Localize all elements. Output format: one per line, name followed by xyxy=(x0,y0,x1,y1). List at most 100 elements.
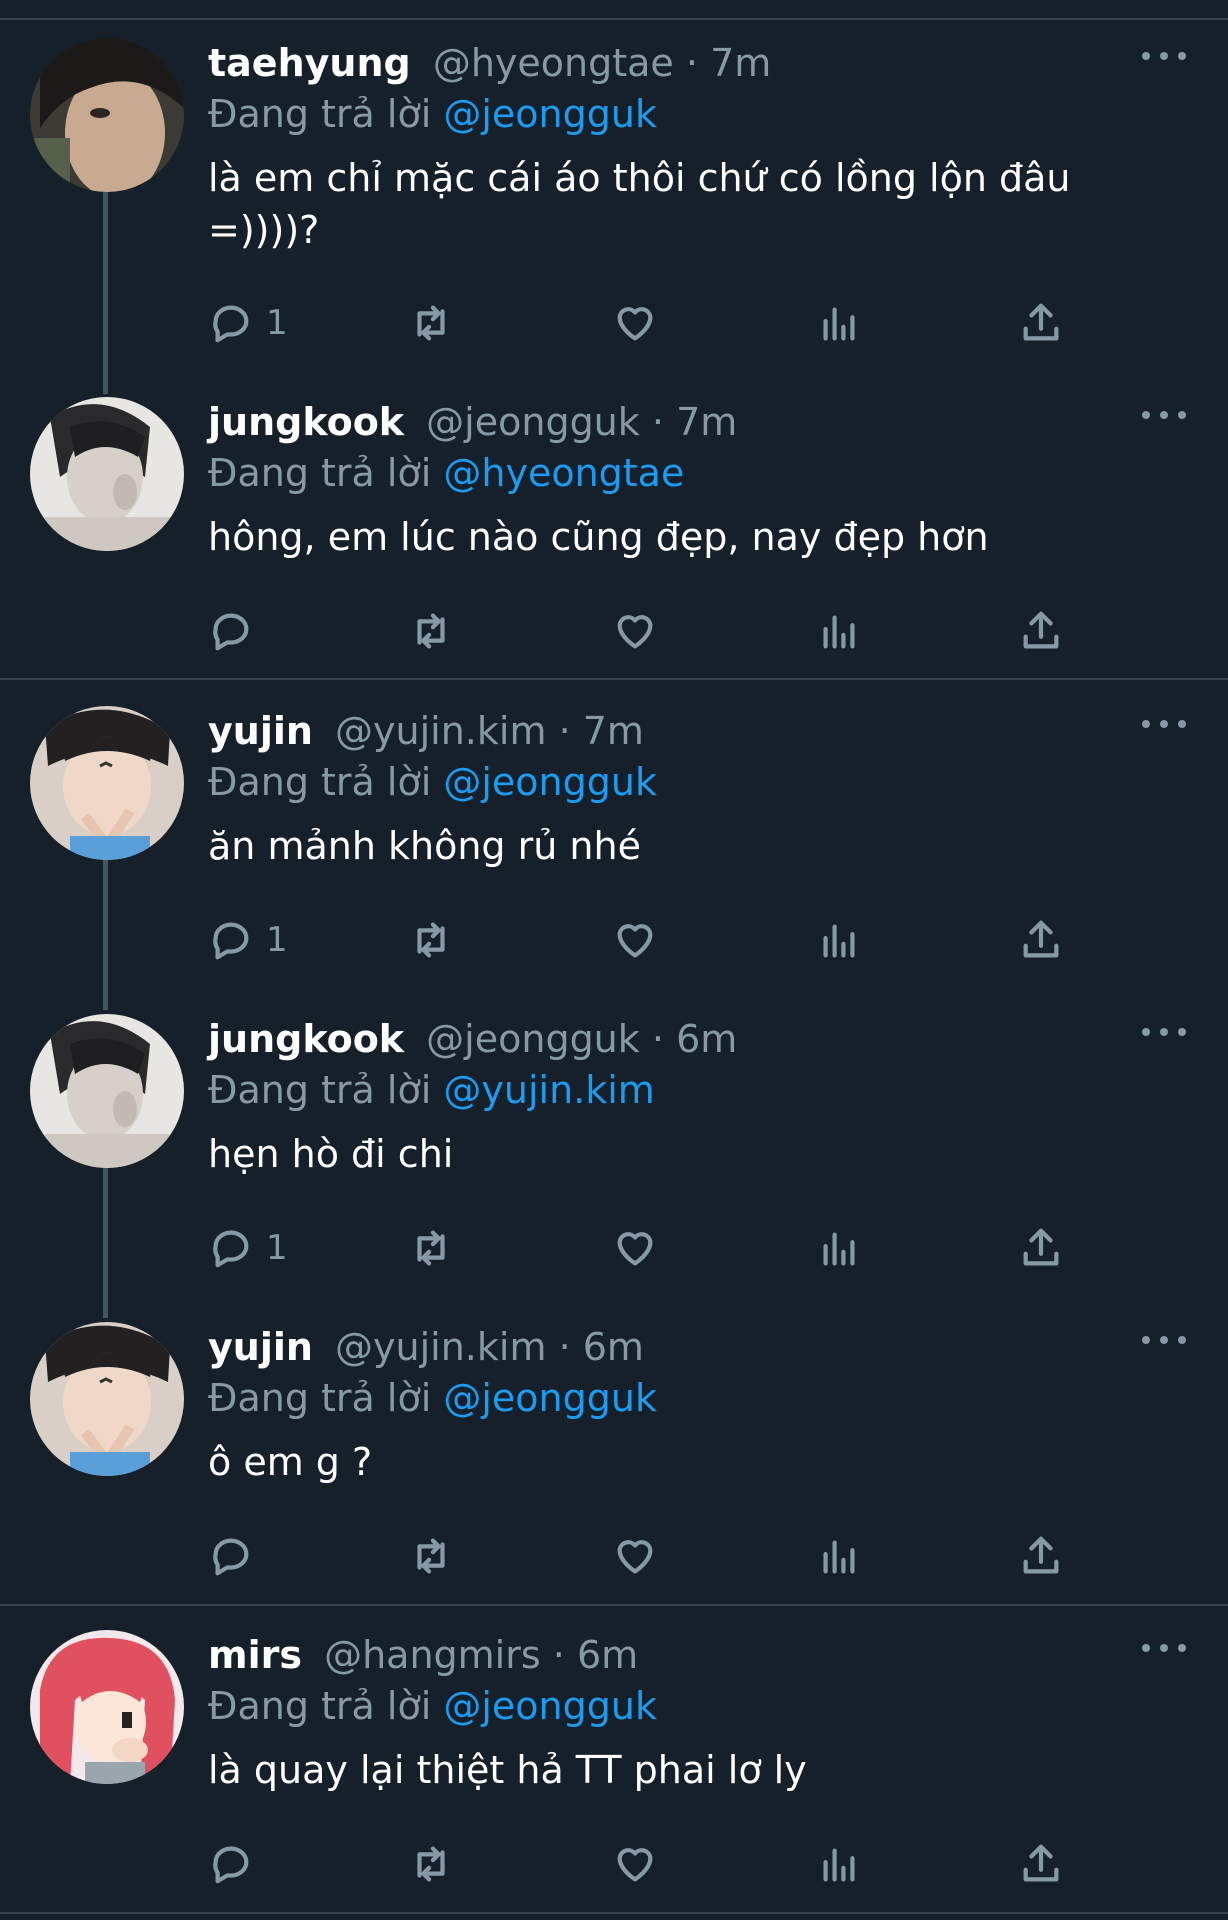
mention-link[interactable]: @jeongguk xyxy=(443,760,657,804)
mention-link[interactable]: @yujin.kim xyxy=(443,1068,654,1112)
separator-dot: · xyxy=(558,1325,571,1369)
share-button[interactable] xyxy=(1018,1220,1064,1276)
mention-link[interactable]: @jeongguk xyxy=(443,1684,657,1728)
reply-thread-feed: taehyung @hyeongtae · 7m Đang trả lời @j… xyxy=(0,0,1228,1920)
replying-to: Đang trả lời @jeongguk xyxy=(208,1680,1188,1732)
more-icon[interactable] xyxy=(1142,714,1188,734)
tweet-text: hẹn hò đi chi xyxy=(208,1128,1188,1180)
more-icon[interactable] xyxy=(1142,405,1188,425)
reply-icon xyxy=(213,613,249,651)
tweet-text-line: ô em g ? xyxy=(208,1440,373,1484)
retweet-icon xyxy=(417,1846,445,1882)
replying-to-label: Đang trả lời xyxy=(208,92,432,136)
divider xyxy=(0,18,1228,20)
reply-button[interactable]: 1 xyxy=(208,295,288,351)
reply-icon xyxy=(213,305,249,343)
share-button[interactable] xyxy=(1018,1836,1064,1892)
share-icon xyxy=(1023,303,1059,341)
username[interactable]: @yujin.kim xyxy=(335,1325,546,1369)
views-button[interactable] xyxy=(816,1836,862,1892)
more-icon[interactable] xyxy=(1142,1638,1188,1658)
views-button[interactable] xyxy=(816,1528,862,1584)
reply-button[interactable]: 1 xyxy=(208,912,288,968)
views-button[interactable] xyxy=(816,603,862,659)
username[interactable]: @hyeongtae xyxy=(433,41,674,85)
username[interactable]: @hangmirs xyxy=(324,1633,541,1677)
retweet-button[interactable] xyxy=(408,603,454,659)
reply-icon xyxy=(213,1230,249,1268)
avatar[interactable] xyxy=(30,706,184,860)
display-name[interactable]: yujin xyxy=(208,1325,313,1369)
thread-connector xyxy=(103,192,108,394)
avatar[interactable] xyxy=(30,38,184,192)
action-bar: 1 xyxy=(208,912,1088,968)
separator-dot: · xyxy=(651,400,664,444)
views-button[interactable] xyxy=(816,1220,862,1276)
display-name[interactable]: mirs xyxy=(208,1633,302,1677)
more-icon[interactable] xyxy=(1142,46,1188,66)
reply-button[interactable]: 1 xyxy=(208,1220,288,1276)
retweet-icon xyxy=(417,922,445,958)
replying-to-label: Đang trả lời xyxy=(208,1376,432,1420)
share-button[interactable] xyxy=(1018,912,1064,968)
mention-link[interactable]: @jeongguk xyxy=(443,1376,657,1420)
retweet-button[interactable] xyxy=(408,1220,454,1276)
heart-icon xyxy=(617,307,653,341)
tweet-text-line: hẹn hò đi chi xyxy=(208,1132,454,1176)
more-icon[interactable] xyxy=(1142,1330,1188,1350)
display-name[interactable]: taehyung xyxy=(208,41,411,85)
timestamp[interactable]: 7m xyxy=(676,400,737,444)
reply-button[interactable] xyxy=(208,1528,266,1584)
avatar[interactable] xyxy=(30,1014,184,1168)
retweet-button[interactable] xyxy=(408,295,454,351)
replying-to: Đang trả lời @jeongguk xyxy=(208,1372,1188,1424)
timestamp[interactable]: 7m xyxy=(710,41,771,85)
heart-icon xyxy=(617,1848,653,1882)
analytics-icon xyxy=(823,1848,855,1882)
like-button[interactable] xyxy=(612,1836,658,1892)
timestamp[interactable]: 6m xyxy=(577,1633,638,1677)
share-button[interactable] xyxy=(1018,1528,1064,1584)
more-icon[interactable] xyxy=(1142,1022,1188,1042)
divider xyxy=(0,1912,1228,1914)
action-bar xyxy=(208,1836,1088,1892)
replying-to-label: Đang trả lời xyxy=(208,1684,432,1728)
timestamp[interactable]: 6m xyxy=(676,1017,737,1061)
share-button[interactable] xyxy=(1018,295,1064,351)
mention-link[interactable]: @jeongguk xyxy=(443,92,657,136)
tweet-text: là quay lại thiệt hả TT phai lơ ly xyxy=(208,1744,1188,1796)
username[interactable]: @jeongguk xyxy=(426,400,640,444)
avatar[interactable] xyxy=(30,397,184,551)
like-button[interactable] xyxy=(612,1528,658,1584)
like-button[interactable] xyxy=(612,603,658,659)
tweet-text-line: là em chỉ mặc cái áo thôi chứ có lồng lộ… xyxy=(208,156,1071,200)
views-button[interactable] xyxy=(816,295,862,351)
timestamp[interactable]: 6m xyxy=(583,1325,644,1369)
share-icon xyxy=(1023,1228,1059,1266)
share-button[interactable] xyxy=(1018,603,1064,659)
reply-button[interactable] xyxy=(208,603,266,659)
display-name[interactable]: yujin xyxy=(208,709,313,753)
avatar[interactable] xyxy=(30,1630,184,1784)
views-button[interactable] xyxy=(816,912,862,968)
like-button[interactable] xyxy=(612,912,658,968)
display-name[interactable]: jungkook xyxy=(208,1017,404,1061)
thread-connector xyxy=(103,860,108,1010)
retweet-button[interactable] xyxy=(408,1528,454,1584)
username[interactable]: @yujin.kim xyxy=(335,709,546,753)
tweet-text: hông, em lúc nào cũng đẹp, nay đẹp hơn xyxy=(208,511,1188,563)
avatar[interactable] xyxy=(30,1322,184,1476)
retweet-button[interactable] xyxy=(408,912,454,968)
tweet-text: ô em g ? xyxy=(208,1436,1188,1488)
display-name[interactable]: jungkook xyxy=(208,400,404,444)
timestamp[interactable]: 7m xyxy=(583,709,644,753)
retweet-button[interactable] xyxy=(408,1836,454,1892)
like-button[interactable] xyxy=(612,295,658,351)
reply-icon xyxy=(213,922,249,960)
like-button[interactable] xyxy=(612,1220,658,1276)
separator-dot: · xyxy=(558,709,571,753)
username[interactable]: @jeongguk xyxy=(426,1017,640,1061)
reply-button[interactable] xyxy=(208,1836,266,1892)
tweet-text-line: là quay lại thiệt hả TT phai lơ ly xyxy=(208,1748,807,1792)
mention-link[interactable]: @hyeongtae xyxy=(443,451,684,495)
